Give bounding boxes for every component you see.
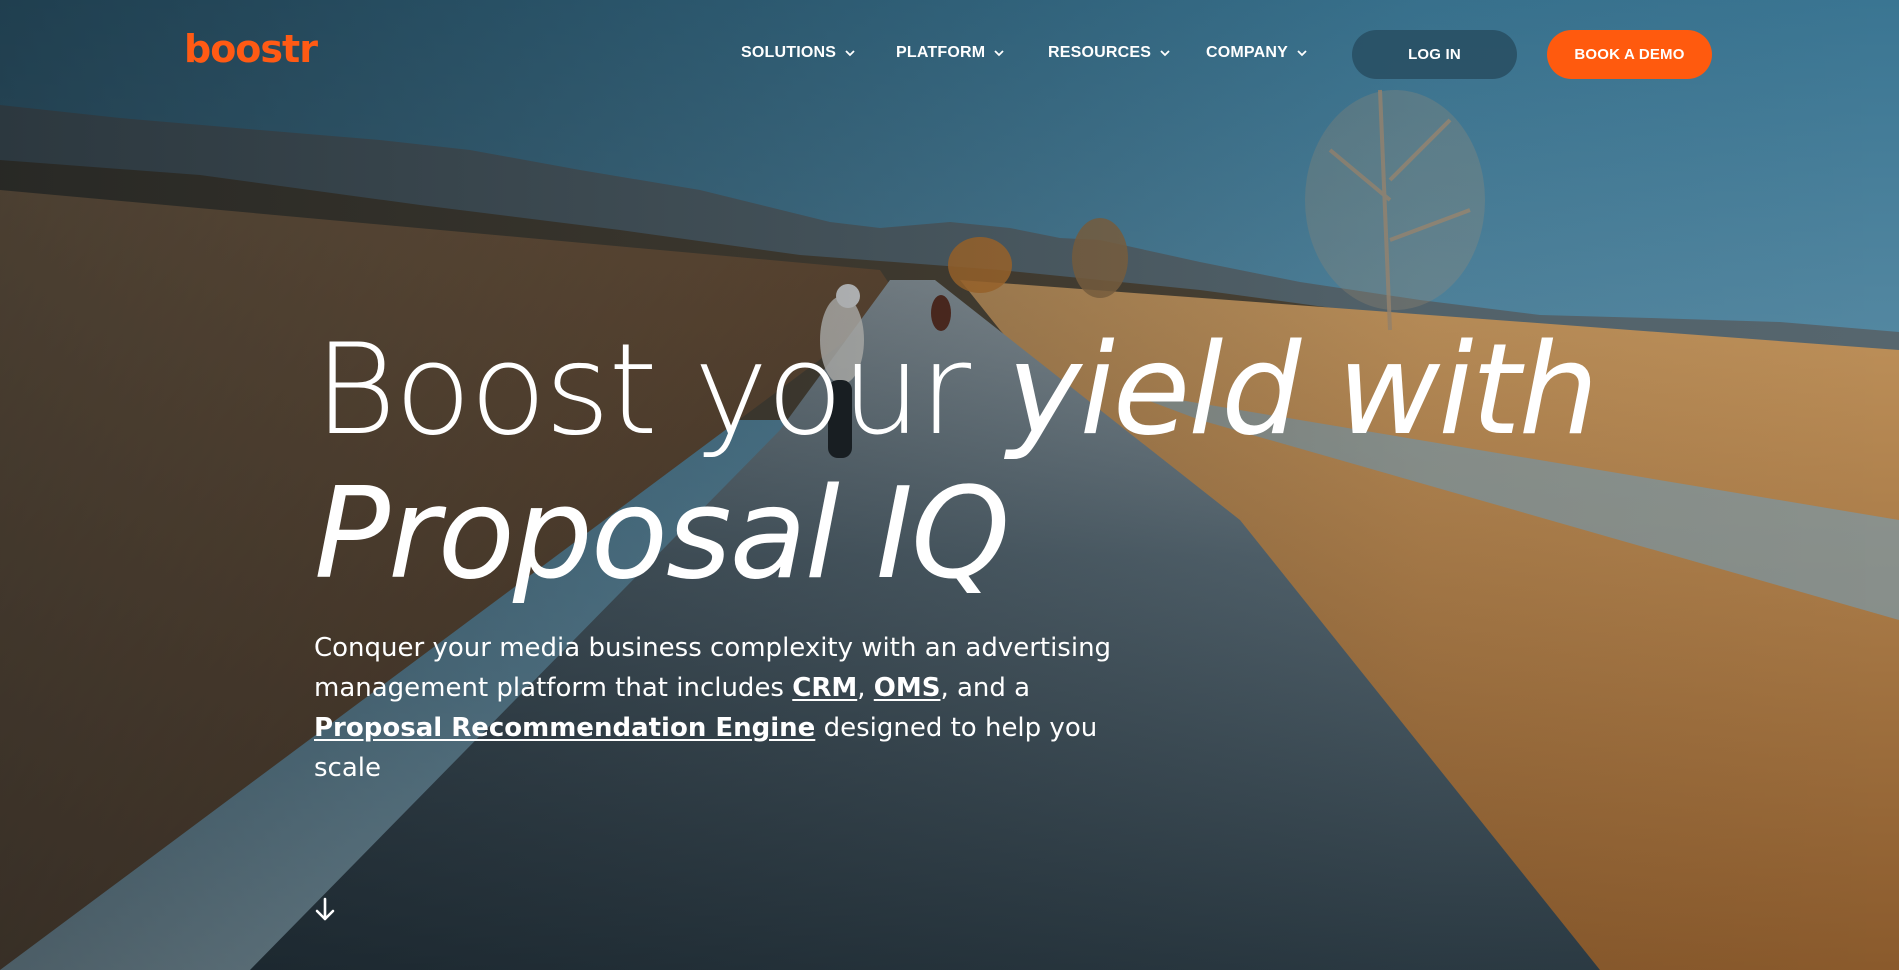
subcopy-sep-2: , and a <box>940 673 1031 703</box>
arrow-down-icon[interactable] <box>313 896 337 924</box>
nav-platform[interactable]: PLATFORM <box>896 44 1005 62</box>
login-button[interactable]: LOG IN <box>1352 30 1517 79</box>
chevron-down-icon <box>1160 50 1170 57</box>
nav-resources[interactable]: RESOURCES <box>1048 44 1171 62</box>
proposal-engine-link[interactable]: Proposal Recommendation Engine <box>314 713 815 743</box>
headline-part-2: yield with <box>1007 316 1598 463</box>
headline-part-3: Proposal IQ <box>314 460 1010 607</box>
boostr-logo[interactable]: boostr <box>184 30 318 68</box>
chevron-down-icon <box>1297 50 1307 57</box>
nav-resources-label: RESOURCES <box>1048 44 1152 61</box>
nav-company-label: COMPANY <box>1206 44 1288 61</box>
nav-solutions-label: SOLUTIONS <box>741 44 837 61</box>
crm-link[interactable]: CRM <box>792 673 857 703</box>
headline-line-1: Boost your yield with <box>314 318 1614 462</box>
hero-headline: Boost your yield with Proposal IQ <box>314 318 1614 606</box>
chevron-down-icon <box>845 50 855 57</box>
nav-solutions[interactable]: SOLUTIONS <box>741 44 856 62</box>
headline-part-1: Boost your <box>314 316 1008 463</box>
subcopy-sep-1: , <box>857 673 874 703</box>
oms-link[interactable]: OMS <box>874 673 941 703</box>
book-demo-button[interactable]: BOOK A DEMO <box>1547 30 1712 79</box>
site-header: boostr SOLUTIONS PLATFORM RESOURCES COMP… <box>0 0 1899 100</box>
chevron-down-icon <box>994 50 1004 57</box>
hero-subcopy: Conquer your media business complexity w… <box>314 628 1134 788</box>
nav-company[interactable]: COMPANY <box>1206 44 1308 62</box>
nav-platform-label: PLATFORM <box>896 44 986 61</box>
